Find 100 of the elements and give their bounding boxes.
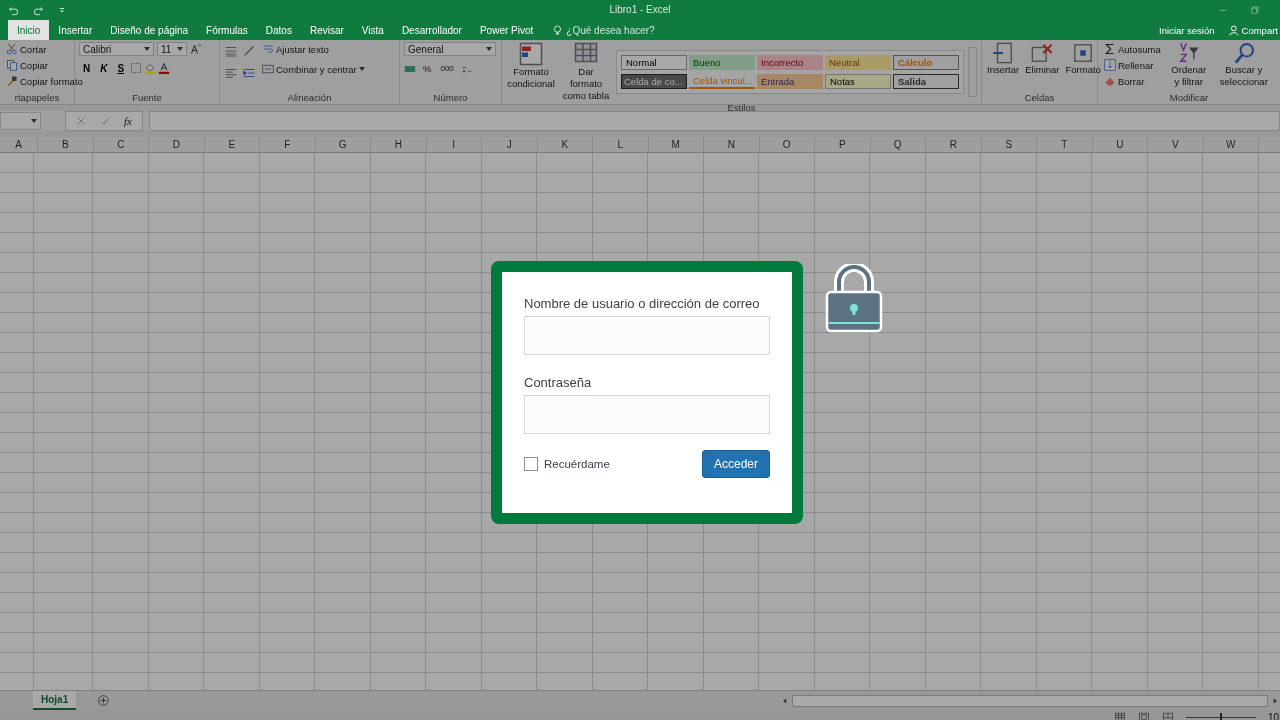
sort-filter-button[interactable]: Ordenar y filtrar [1166, 42, 1211, 92]
column-header[interactable]: J [482, 137, 538, 152]
column-header[interactable]: D [149, 137, 205, 152]
login-button[interactable]: Acceder [701, 450, 770, 478]
number-format-field[interactable]: General [404, 42, 496, 56]
ribbon-tab[interactable]: Desarrollador [392, 20, 471, 40]
column-header[interactable]: V [1148, 137, 1204, 152]
fill-button[interactable]: Rellenar [1102, 58, 1156, 72]
horizontal-align-icon [224, 66, 238, 80]
column-header[interactable]: M [648, 137, 704, 152]
ribbon-tab[interactable]: Fórmulas [197, 20, 257, 40]
fill-color-icon [144, 62, 157, 74]
zoom-level[interactable]: 10 [1268, 711, 1280, 720]
username-field[interactable] [524, 316, 770, 355]
column-header[interactable]: R [926, 137, 982, 152]
ribbon-tab[interactable]: Inicio [8, 20, 50, 40]
cells-button[interactable]: Formato [1064, 42, 1102, 92]
column-header[interactable]: I [426, 137, 482, 152]
remember-checkbox[interactable] [524, 457, 538, 471]
column-header[interactable]: Q [870, 137, 926, 152]
cells-button[interactable]: Insertar [986, 42, 1021, 92]
tell-me-field[interactable]: ¿Qué desea hacer? [566, 24, 655, 36]
column-header[interactable]: L [593, 137, 649, 152]
column-header[interactable]: N [704, 137, 760, 152]
brush-icon [6, 75, 18, 87]
username-label: Nombre de usuario o dirección de correo [524, 296, 761, 311]
conditional-format-button[interactable]: Formato condicional [506, 42, 556, 102]
cell-style[interactable]: Normal [621, 55, 687, 70]
sign-in-link[interactable]: Iniciar sesión [1157, 23, 1217, 37]
column-header[interactable]: E [204, 137, 260, 152]
font-style-button[interactable]: S [113, 62, 129, 74]
caret-icon [144, 47, 150, 51]
password-field[interactable] [524, 395, 770, 434]
copy-button[interactable]: Copiar [4, 58, 50, 72]
font-style-button[interactable]: N [79, 62, 95, 74]
format-painter-button[interactable]: Copiar formato [4, 74, 85, 88]
column-header[interactable]: U [1092, 137, 1148, 152]
column-header[interactable]: H [371, 137, 427, 152]
conditional-format-icon [519, 42, 543, 66]
column-header[interactable]: C [93, 137, 149, 152]
caret-icon [486, 47, 492, 51]
wrap-text-button[interactable]: Ajustar texto [260, 42, 331, 56]
percent-button[interactable]: % [421, 62, 434, 75]
cancel-icon [76, 116, 86, 126]
ribbon-tab[interactable]: Datos [256, 20, 301, 40]
cell-style[interactable]: Neutral [825, 55, 891, 70]
lightbulb-icon [552, 24, 564, 36]
font-style-button[interactable]: K [96, 62, 112, 74]
caret-icon [358, 67, 365, 71]
copy-icon [6, 59, 18, 71]
column-header[interactable]: O [759, 137, 815, 152]
padlock-icon [825, 264, 883, 334]
borders-icon [130, 62, 143, 74]
autosum-button[interactable]: Autosuma [1102, 42, 1163, 56]
format-as-table-button[interactable]: Dar formato como tabla [560, 42, 612, 102]
horizontal-scrollbar[interactable] [792, 694, 1268, 707]
formula-input[interactable] [148, 111, 1280, 131]
column-header[interactable]: K [537, 137, 593, 152]
indent-icon [242, 66, 256, 80]
cells-button[interactable]: Eliminar [1024, 42, 1061, 92]
cell-style[interactable]: Notas [825, 74, 891, 89]
vertical-align-icon [224, 44, 238, 58]
column-header[interactable]: F [260, 137, 316, 152]
page-break-icon [1162, 711, 1174, 720]
column-header[interactable]: P [815, 137, 871, 152]
ribbon-tab[interactable]: Insertar [49, 20, 102, 40]
font-name-field[interactable]: Calibri [79, 42, 154, 56]
font-color-icon [158, 62, 171, 74]
cell-style[interactable]: Incorrecto [757, 55, 823, 70]
check-icon [100, 116, 110, 126]
clear-button[interactable]: Borrar [1102, 74, 1147, 88]
name-box[interactable] [0, 112, 41, 130]
find-select-button[interactable]: Buscar y seleccionar [1214, 42, 1273, 92]
gallery-scroller[interactable] [968, 47, 977, 97]
merge-center-button[interactable]: Combinar y centrar [260, 62, 367, 76]
sheet-tab[interactable]: Hoja1 [33, 691, 77, 710]
cell-style[interactable]: Bueno [689, 55, 755, 70]
fill-down-icon [1104, 59, 1116, 71]
group-label: Alineación [286, 92, 333, 104]
cell-style[interactable]: Salida [893, 74, 959, 89]
cell-style[interactable]: Entrada [757, 74, 823, 89]
search-icon [1232, 42, 1255, 64]
column-header[interactable]: S [981, 137, 1037, 152]
ribbon-tab[interactable]: Vista [352, 20, 393, 40]
share-button[interactable]: Compart [1226, 20, 1280, 40]
add-sheet-icon[interactable] [98, 695, 110, 706]
column-header[interactable]: W [1203, 137, 1259, 152]
restore-icon [1250, 5, 1260, 15]
column-header[interactable]: B [38, 137, 94, 152]
thousands-button[interactable]: 000 [438, 63, 456, 74]
ribbon-tab[interactable]: Diseño de página [101, 20, 198, 40]
ribbon-tab[interactable]: Revisar [300, 20, 353, 40]
insert-function-button[interactable]: fx [124, 115, 132, 127]
column-header[interactable]: A [0, 137, 38, 152]
column-header[interactable]: G [315, 137, 371, 152]
column-header[interactable]: T [1037, 137, 1093, 152]
font-size-field[interactable]: 11 [157, 42, 187, 56]
cell-style[interactable]: Celda de co... [621, 74, 687, 89]
ribbon-tab[interactable]: Power Pivot [470, 20, 543, 40]
cut-button[interactable]: Cortar [4, 42, 49, 56]
